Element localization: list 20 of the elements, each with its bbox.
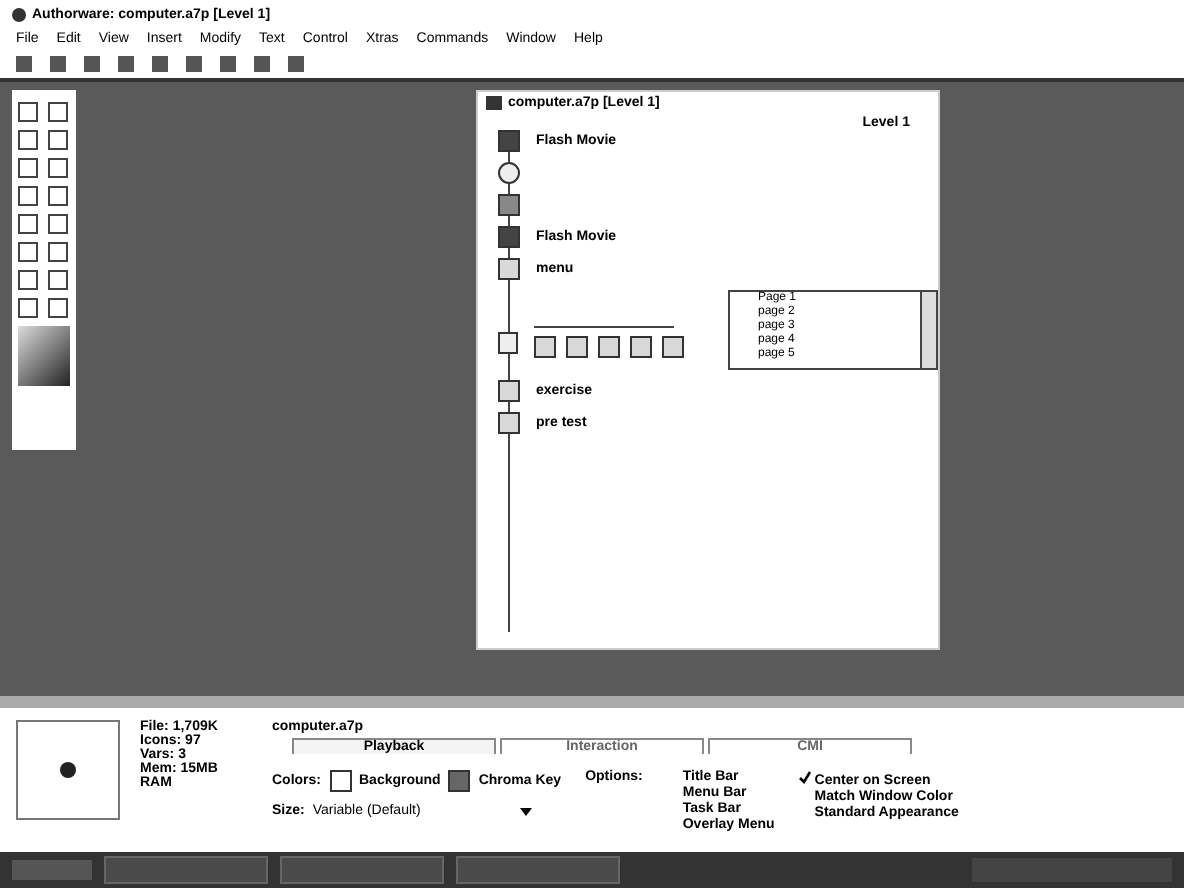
start-button[interactable]: [12, 860, 92, 880]
app-logo-icon: [12, 7, 26, 21]
map-icon[interactable]: [498, 258, 520, 280]
checkmark-icon: [798, 770, 813, 784]
background-swatch[interactable]: [329, 770, 351, 792]
page-icon[interactable]: [533, 336, 556, 358]
map-icon[interactable]: [498, 380, 520, 402]
page-icon[interactable]: [597, 336, 620, 358]
map-icon[interactable]: [498, 412, 520, 434]
chroma-swatch[interactable]: [448, 770, 471, 792]
page-icon[interactable]: [565, 336, 588, 358]
color-swatch-icon[interactable]: [18, 326, 70, 386]
caret-icon: [520, 807, 533, 815]
display-icon[interactable]: [498, 194, 520, 216]
framework-icon[interactable]: [498, 331, 518, 353]
branch-line: [533, 326, 674, 328]
erase-icon[interactable]: [498, 162, 520, 184]
page-icon[interactable]: [661, 336, 684, 358]
page-icon[interactable]: [629, 336, 652, 358]
scrollbar[interactable]: [920, 292, 936, 368]
